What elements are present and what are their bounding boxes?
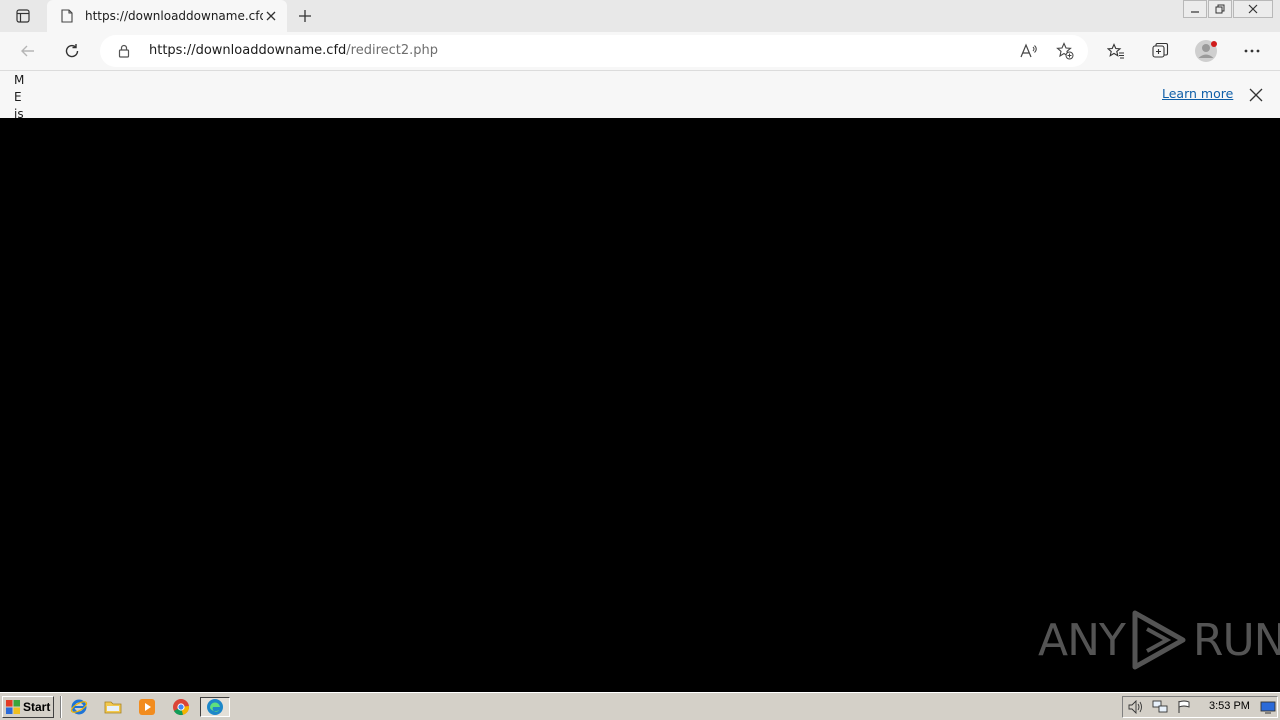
close-icon [1249,88,1263,102]
start-label: Start [23,700,51,714]
taskbar-ie[interactable] [68,697,90,717]
tab-title: https://downloaddowname.cfd/r [85,9,263,23]
star-plus-icon [1056,42,1074,60]
media-player-icon [139,699,155,715]
read-aloud-icon [1020,43,1037,58]
edge-icon [207,699,223,715]
read-aloud-button[interactable] [1018,40,1040,62]
browser-toolbar: https://downloaddowname.cfd/redirect2.ph… [0,32,1280,71]
taskbar-chrome[interactable] [170,697,192,717]
chrome-icon [173,699,189,716]
notice-line: M [14,73,25,87]
url-path: /redirect2.php [346,43,439,58]
taskbar: Start 3:53 PM [0,692,1280,720]
notice-close-button[interactable] [1246,85,1266,105]
url-text[interactable]: https://downloaddowname.cfd/redirect2.ph… [149,43,438,58]
taskbar-edge[interactable] [200,697,230,717]
restore-icon [1215,4,1225,14]
folder-icon [104,701,122,714]
collections-icon [1152,42,1169,58]
back-button[interactable] [14,37,42,65]
profile-avatar-icon [1195,40,1217,62]
taskbar-media-player[interactable] [136,697,158,717]
tray-volume[interactable] [1127,699,1145,715]
lock-icon[interactable] [116,43,132,59]
watermark-left-text: ANY [1038,614,1126,666]
taskbar-explorer[interactable] [102,697,124,717]
page-favicon-icon [59,8,75,24]
notice-line: E [14,90,22,104]
watermark-right-text: RUN [1192,614,1280,666]
network-icon [1152,700,1168,713]
page-content [0,118,1280,692]
browser-tab[interactable]: https://downloaddowname.cfd/r [47,0,287,32]
notice-text: M E is [14,72,28,118]
play-logo-icon [1132,610,1186,670]
url-host: https://downloaddowname.cfd [149,43,347,58]
restore-button[interactable] [1208,0,1232,18]
profile-button[interactable] [1192,37,1220,65]
minimize-button[interactable] [1183,0,1207,18]
start-button[interactable]: Start [2,696,54,718]
refresh-button[interactable] [58,37,86,65]
tab-actions-icon [16,9,30,23]
internet-explorer-icon [70,699,88,715]
speaker-icon [1128,700,1142,714]
anyrun-watermark: ANY RUN [1038,608,1280,672]
notification-bar: M E is Learn more [0,71,1280,119]
taskbar-divider [60,696,62,718]
tab-close-icon[interactable] [263,8,279,24]
tray-action-center[interactable] [1175,699,1193,715]
refresh-icon [65,44,79,58]
more-dots-icon [1244,49,1260,53]
arrow-left-icon [21,45,34,57]
favorites-button[interactable] [1102,37,1130,65]
show-desktop-button[interactable] [1259,699,1277,715]
tray-network[interactable] [1151,699,1169,715]
tab-strip: https://downloaddowname.cfd/r [0,0,1280,32]
system-tray: 3:53 PM [1122,696,1278,718]
collections-button[interactable] [1146,37,1174,65]
tab-actions-button[interactable] [8,4,38,28]
add-favorite-button[interactable] [1054,40,1076,62]
plus-icon [299,10,311,22]
close-window-button[interactable] [1233,0,1273,18]
windows-logo-icon [6,700,20,714]
clock[interactable]: 3:53 PM [1209,700,1250,712]
favorites-icon [1107,43,1124,59]
flag-icon [1178,700,1190,713]
new-tab-button[interactable] [292,4,318,28]
minimize-icon [1191,11,1199,13]
address-bar[interactable]: https://downloaddowname.cfd/redirect2.ph… [100,35,1088,67]
close-icon [1248,4,1258,14]
learn-more-link[interactable]: Learn more [1162,86,1233,101]
settings-more-button[interactable] [1238,37,1266,65]
monitor-icon [1260,701,1276,714]
